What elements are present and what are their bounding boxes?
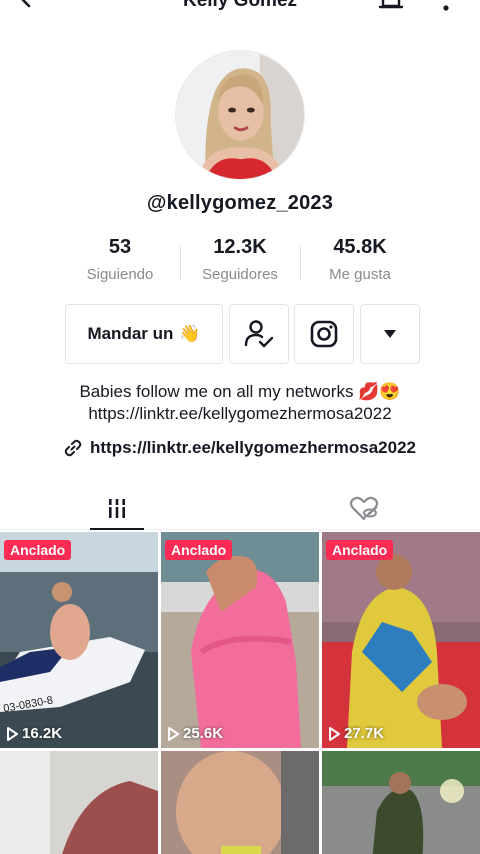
bio-line-1: Babies follow me on all my networks 💋😍: [79, 382, 401, 401]
view-count: 27.7K: [328, 725, 384, 742]
stat-following[interactable]: 53 Siguiendo: [60, 236, 180, 283]
profile-avatar[interactable]: [175, 50, 305, 180]
bell-icon[interactable]: [376, 0, 406, 16]
pinned-badge: Anclado: [4, 540, 72, 560]
view-count: 25.6K: [167, 725, 223, 742]
video-thumbnail: [161, 751, 319, 854]
profile-name-title: Kelly Gomez: [182, 0, 298, 11]
view-count-text: 25.6K: [183, 725, 224, 742]
tab-videos[interactable]: [90, 488, 144, 530]
more-vertical-icon[interactable]: [434, 0, 458, 16]
hidden-heart-icon: [349, 496, 379, 521]
follow-status-button[interactable]: [229, 304, 289, 364]
video-thumbnail: [322, 532, 480, 748]
video-tile[interactable]: Anclado 25.6K: [161, 532, 319, 748]
stat-following-label: Siguiendo: [86, 266, 154, 283]
caret-down-icon: [384, 330, 396, 338]
message-button-label: Mandar un: [87, 324, 174, 343]
pinned-badge: Anclado: [165, 540, 233, 560]
play-icon: [7, 726, 18, 741]
profile-stats: 53 Siguiendo 12.3K Seguidores 45.8K Me g…: [60, 236, 420, 290]
stat-likes-value: 45.8K: [333, 236, 387, 258]
play-icon: [329, 726, 340, 741]
video-thumbnail: [0, 751, 158, 854]
video-tile[interactable]: Anclado 27.7K: [322, 532, 480, 748]
waving-hand-icon: 👋: [179, 324, 201, 343]
video-thumbnail: 03-0830-8: [0, 532, 158, 748]
stat-followers-value: 12.3K: [213, 236, 267, 258]
instagram-button[interactable]: [294, 304, 354, 364]
video-tile[interactable]: [161, 751, 319, 854]
stat-followers-label: Seguidores: [202, 266, 278, 283]
view-count-text: 16.2K: [22, 725, 63, 742]
profile-link-text: https://linktr.ee/kellygomezhermosa2022: [90, 438, 416, 457]
stat-likes-label: Me gusta: [329, 266, 391, 283]
view-count-text: 27.7K: [344, 725, 385, 742]
video-thumbnail: [322, 751, 480, 854]
pinned-badge: Anclado: [326, 540, 394, 560]
active-tab-indicator: [90, 528, 144, 530]
video-thumbnail: [161, 532, 319, 748]
stat-following-value: 53: [108, 236, 132, 258]
bio-line-2: https://linktr.ee/kellygomezhermosa2022: [88, 404, 392, 423]
video-tile[interactable]: [0, 751, 158, 854]
top-bar: Kelly Gomez: [0, 0, 480, 16]
play-icon: [168, 726, 179, 741]
profile-link[interactable]: https://linktr.ee/kellygomezhermosa2022: [0, 438, 480, 458]
suggested-accounts-button[interactable]: [360, 304, 420, 364]
tab-liked[interactable]: [344, 488, 384, 530]
stat-likes[interactable]: 45.8K Me gusta: [300, 236, 420, 283]
message-button[interactable]: Mandar un 👋: [65, 304, 223, 364]
view-count: 16.2K: [6, 725, 62, 742]
link-icon: [64, 439, 82, 457]
person-check-icon: [244, 320, 274, 348]
grid-bars-icon: [109, 499, 125, 518]
video-tile[interactable]: [322, 751, 480, 854]
stat-followers[interactable]: 12.3K Seguidores: [180, 236, 300, 283]
instagram-icon: [310, 320, 338, 348]
profile-username: @kellygomez_2023: [146, 192, 334, 214]
video-tile[interactable]: 03-0830-8 Anclado 16.2K: [0, 532, 158, 748]
profile-bio: Babies follow me on all my networks 💋😍 h…: [0, 381, 480, 425]
profile-tabs: [0, 480, 480, 530]
